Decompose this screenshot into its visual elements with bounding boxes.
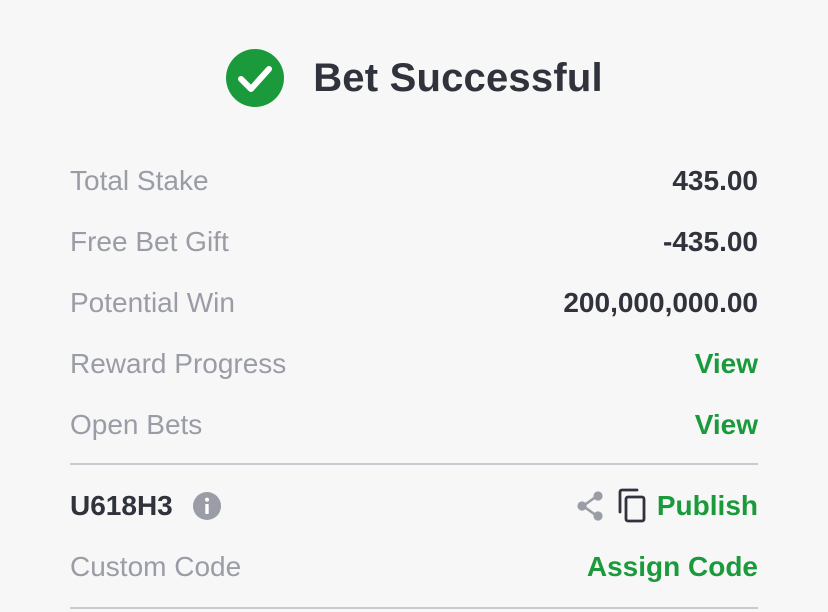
- reward-progress-view-link[interactable]: View: [695, 348, 758, 380]
- assign-code-link[interactable]: Assign Code: [587, 551, 758, 583]
- summary-row-free-bet-gift: Free Bet Gift -435.00: [70, 211, 758, 272]
- potential-win-value: 200,000,000.00: [563, 286, 758, 318]
- booking-actions: Publish: [575, 488, 758, 524]
- potential-win-label: Potential Win: [70, 286, 235, 318]
- open-bets-label: Open Bets: [70, 408, 203, 440]
- summary-row-total-stake: Total Stake 435.00: [70, 150, 758, 211]
- bet-summary: Total Stake 435.00 Free Bet Gift -435.00…: [70, 150, 758, 597]
- success-header: Bet Successful: [0, 48, 828, 108]
- info-icon[interactable]: [192, 491, 221, 520]
- summary-row-reward-progress: Reward Progress View: [70, 333, 758, 394]
- page-title: Bet Successful: [313, 55, 603, 100]
- copy-icon[interactable]: [617, 488, 647, 524]
- booking-code-row: U618H3 Publish: [70, 475, 758, 536]
- bottom-divider: [70, 607, 758, 609]
- publish-link[interactable]: Publish: [657, 490, 758, 522]
- open-bets-view-link[interactable]: View: [695, 409, 758, 441]
- booking-code: U618H3: [70, 489, 173, 521]
- custom-code-row: Custom Code Assign Code: [70, 536, 758, 597]
- booking-code-group: U618H3: [70, 490, 221, 522]
- reward-progress-label: Reward Progress: [70, 347, 287, 379]
- total-stake-label: Total Stake: [70, 164, 209, 196]
- total-stake-value: 435.00: [672, 164, 758, 196]
- free-bet-gift-label: Free Bet Gift: [70, 225, 229, 257]
- custom-code-label: Custom Code: [70, 550, 242, 582]
- summary-row-open-bets: Open Bets View: [70, 394, 758, 455]
- free-bet-gift-value: -435.00: [663, 225, 758, 257]
- section-divider: [70, 463, 758, 465]
- summary-row-potential-win: Potential Win 200,000,000.00: [70, 272, 758, 333]
- share-icon[interactable]: [575, 490, 605, 522]
- bet-success-panel: Bet Successful Total Stake 435.00 Free B…: [0, 0, 828, 612]
- check-circle-icon: [226, 49, 285, 107]
